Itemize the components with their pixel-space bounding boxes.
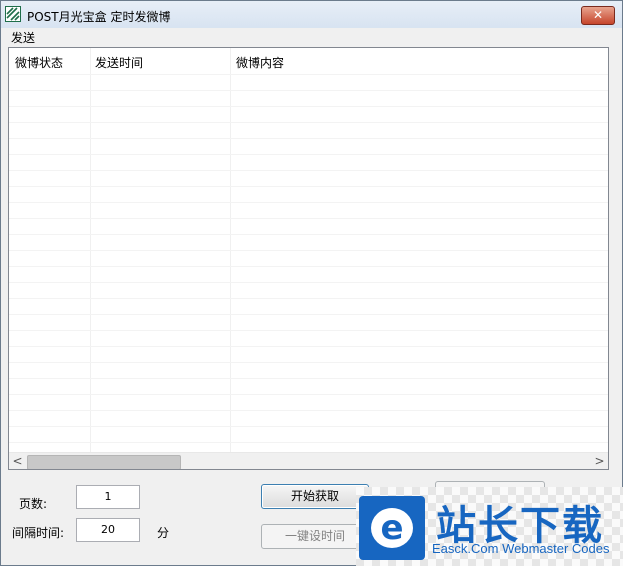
row-separator xyxy=(9,378,608,379)
scroll-right-icon[interactable]: > xyxy=(591,453,608,469)
row-separator xyxy=(9,170,608,171)
horizontal-scrollbar[interactable]: < > xyxy=(9,452,608,469)
menu-item-send[interactable]: 发送 xyxy=(11,29,35,46)
window-title: POST月光宝盒 定时发微博 xyxy=(27,10,171,24)
column-header-send-time[interactable]: 发送时间 xyxy=(95,54,143,71)
main-window: POST月光宝盒 定时发微博 ✕ 发送 微博状态 发送时间 微博内容 < > 页… xyxy=(0,0,623,566)
start-fetch-button[interactable]: 开始获取 xyxy=(261,484,369,509)
watermark-logo-icon: e xyxy=(359,496,425,560)
row-separator xyxy=(9,218,608,219)
row-separator xyxy=(9,186,608,187)
pages-label: 页数: xyxy=(19,497,48,511)
row-separator xyxy=(9,298,608,299)
watermark-subtext: Easck.Com Webmaster Codes xyxy=(432,541,610,556)
row-separator xyxy=(9,234,608,235)
interval-input[interactable]: 20 xyxy=(76,518,140,542)
app-icon xyxy=(5,6,21,22)
row-separator xyxy=(9,74,608,75)
row-separator xyxy=(9,90,608,91)
row-separator xyxy=(9,442,608,443)
row-separator xyxy=(9,282,608,283)
list-header: 微博状态 发送时间 微博内容 xyxy=(9,48,608,74)
menu-bar: 发送 xyxy=(1,28,622,46)
row-separator xyxy=(9,266,608,267)
close-icon: ✕ xyxy=(592,8,604,22)
row-separator xyxy=(9,394,608,395)
weibo-list[interactable]: 微博状态 发送时间 微博内容 < > xyxy=(8,47,609,470)
row-separator xyxy=(9,330,608,331)
watermark-logo-letter: e xyxy=(380,508,404,548)
row-separator xyxy=(9,202,608,203)
pages-input[interactable]: 1 xyxy=(76,485,140,509)
title-bar: POST月光宝盒 定时发微博 ✕ xyxy=(1,1,622,29)
row-separator xyxy=(9,106,608,107)
column-header-content[interactable]: 微博内容 xyxy=(236,54,284,71)
set-time-all-button[interactable]: 一键设时间 xyxy=(261,524,369,549)
interval-label: 间隔时间: xyxy=(12,526,65,540)
interval-unit-label: 分 xyxy=(157,526,170,540)
row-separator xyxy=(9,346,608,347)
row-separator xyxy=(9,122,608,123)
row-separator xyxy=(9,362,608,363)
row-separator xyxy=(9,138,608,139)
scroll-thumb[interactable] xyxy=(27,455,181,469)
row-separator xyxy=(9,426,608,427)
site-watermark: e 站长下载 Easck.Com Webmaster Codes xyxy=(356,487,623,566)
row-separator xyxy=(9,250,608,251)
row-separator xyxy=(9,154,608,155)
row-separator xyxy=(9,314,608,315)
column-header-status[interactable]: 微博状态 xyxy=(15,54,63,71)
scroll-left-icon[interactable]: < xyxy=(9,453,26,469)
row-separator xyxy=(9,410,608,411)
close-button[interactable]: ✕ xyxy=(581,6,615,25)
